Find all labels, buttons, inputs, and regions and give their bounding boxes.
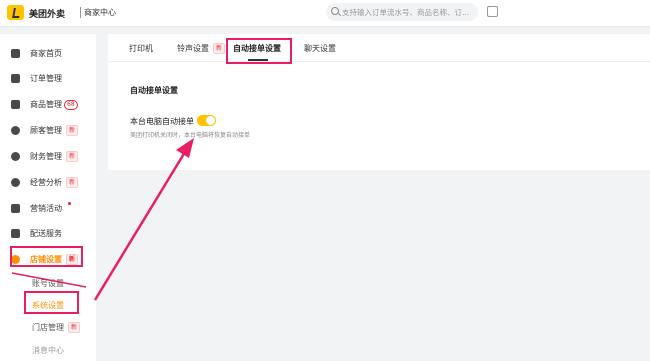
home-grid-icon [11,49,20,58]
sidebar-item-label: 顾客管理新 [30,124,79,136]
sidebar-subitem-store-management[interactable]: 门店管理新 [32,322,81,333]
sidebar-item-label: 订单管理 [30,73,62,83]
brand-subtitle: 商家中心 [84,8,116,17]
new-badge: 新 [68,322,81,333]
sidebar-subitem-account[interactable]: 账号设置 [32,278,64,289]
sidebar-item-label: 商品管理 68 [30,99,78,110]
tab-bar: 打印机 铃声设置新 自动接单设置 聊天设置 [108,34,650,62]
tab-chat[interactable]: 聊天设置 [304,43,336,54]
search-icon [331,7,339,15]
section-title: 自动接单设置 [130,86,178,95]
annotation-box-system-settings [24,291,79,314]
notification-dot [68,202,71,205]
customer-icon [11,126,20,135]
auto-accept-toggle[interactable] [197,115,216,126]
annotation-box-store-settings [10,246,83,267]
finance-icon [11,152,20,161]
new-badge: 新 [66,176,79,188]
sidebar-subitem-label: 门店管理 [32,323,64,332]
sidebar-item-products[interactable]: 商品管理 68 [0,94,96,114]
new-badge: 新 [66,150,79,162]
marketing-icon [11,204,20,213]
meituan-logo-icon[interactable] [7,5,24,20]
annotation-box-tab [226,38,292,64]
auto-accept-label: 本台电脑自动接单 [130,117,194,126]
new-badge: 新 [66,124,79,136]
analysis-icon [11,178,20,187]
top-bar: 美团外卖 商家中心 [0,0,650,27]
sidebar-item-label: 商家首页 [30,48,62,58]
sidebar-item-label: 经营分析新 [30,176,79,188]
sidebar-item-delivery[interactable]: 配送服务 [0,223,96,243]
sidebar-item-marketing[interactable]: 营销活动 [0,198,96,218]
sidebar-item-customers[interactable]: 顾客管理新 [0,120,96,140]
order-icon [11,74,20,83]
product-icon [11,100,20,109]
auto-accept-description: 美团打印机关闭时，本台电脑将恢复自动接单 [130,132,251,139]
sidebar-item-orders[interactable]: 订单管理 [0,68,96,88]
new-badge: 新 [213,43,226,54]
count-badge: 68 [64,99,78,110]
delivery-icon [11,229,20,238]
sidebar-item-label: 配送服务 [30,228,62,238]
tab-printer[interactable]: 打印机 [129,43,153,54]
settings-card: 打印机 铃声设置新 自动接单设置 聊天设置 自动接单设置 本台电脑自动接单 美团… [108,34,650,170]
sidebar-item-label: 财务管理新 [30,150,79,162]
brand-name: 美团外卖 [29,10,66,20]
tab-ringtone[interactable]: 铃声设置新 [177,43,226,54]
brand-divider [80,7,81,18]
search-input[interactable] [342,3,474,21]
sidebar-subitem-messages[interactable]: 消息中心 [32,345,64,356]
sidebar-item-label: 营销活动 [30,203,62,213]
sidebar-item-finance[interactable]: 财务管理新 [0,146,96,166]
sidebar-item-analysis[interactable]: 经营分析新 [0,172,96,192]
notification-icon[interactable] [487,6,498,17]
search-box[interactable] [326,3,478,21]
sidebar-item-home[interactable]: 商家首页 [0,43,96,63]
tab-label: 铃声设置 [177,44,209,53]
